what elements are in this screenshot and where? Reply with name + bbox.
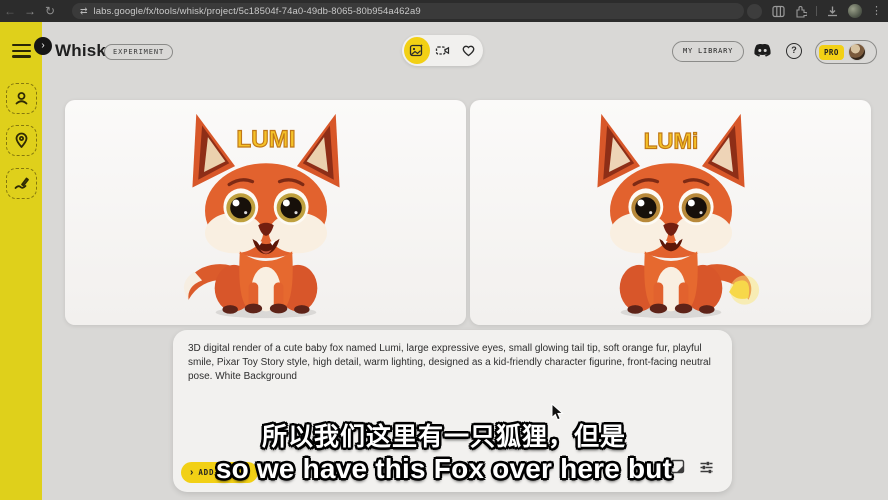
browser-menu-icon[interactable]: ⋮ [871, 0, 882, 22]
whisk-app-window: ← → ↻ ⇄ labs.google/fx/tools/whisk/proje… [0, 0, 888, 500]
prompt-text[interactable]: 3D digital render of a cute baby fox nam… [188, 342, 720, 385]
extensions-icon[interactable] [794, 5, 807, 18]
sidebar-expand-button[interactable]: › [34, 37, 52, 55]
page-title: Whisk [55, 41, 106, 61]
account-pill[interactable]: PRO [815, 40, 877, 64]
avatar [848, 43, 866, 61]
my-library-button[interactable]: MY LIBRARY [672, 41, 744, 62]
extension-circle-icon[interactable] [747, 4, 762, 19]
browser-toolbar: ← → ↻ ⇄ labs.google/fx/tools/whisk/proje… [0, 0, 888, 22]
mode-switcher [402, 35, 483, 66]
forward-icon[interactable]: → [20, 0, 40, 22]
back-icon[interactable]: ← [0, 0, 20, 22]
menu-icon[interactable] [12, 44, 31, 58]
toolbar-divider [816, 6, 817, 16]
generated-image-card-1[interactable]: LUMI [65, 100, 466, 325]
fox-illustration-left: LUMI [140, 110, 392, 323]
tab-groups-icon[interactable] [772, 5, 785, 18]
url-text: labs.google/fx/tools/whisk/project/5c185… [94, 6, 421, 17]
location-pin-icon [13, 132, 30, 149]
download-icon[interactable] [826, 5, 839, 18]
sidebar-item-style[interactable] [6, 168, 37, 199]
help-icon[interactable]: ? [786, 43, 802, 59]
sidebar-item-scene[interactable] [6, 125, 37, 156]
site-info-icon[interactable]: ⇄ [80, 6, 88, 17]
fox-illustration-right: LUMi [545, 110, 797, 323]
video-mode-button[interactable] [430, 37, 456, 64]
sidebar-item-subject[interactable] [6, 83, 37, 114]
pro-badge: PRO [819, 45, 844, 60]
video-camera-icon [435, 43, 450, 58]
address-bar[interactable]: ⇄ labs.google/fx/tools/whisk/project/5c1… [72, 3, 744, 19]
subtitle-chinese: 所以我们这里有一只狐狸，但是 [0, 417, 888, 453]
heart-icon [461, 43, 476, 58]
favorites-button[interactable] [455, 37, 481, 64]
person-icon [13, 90, 30, 107]
discord-icon[interactable] [753, 43, 772, 58]
fox-name-text: LUMi [643, 129, 697, 154]
fox-name-text: LUMI [236, 126, 295, 153]
generated-image-card-2[interactable]: LUMi [470, 100, 871, 325]
image-icon [409, 43, 424, 58]
subtitle-english: so we have this Fox over here but [0, 453, 888, 485]
image-mode-button[interactable] [404, 37, 430, 64]
browser-profile-avatar[interactable] [848, 4, 862, 18]
experiment-badge: EXPERIMENT [104, 44, 173, 60]
pen-style-icon [13, 175, 30, 192]
mouse-cursor [551, 403, 564, 421]
reload-icon[interactable]: ↻ [40, 0, 60, 22]
